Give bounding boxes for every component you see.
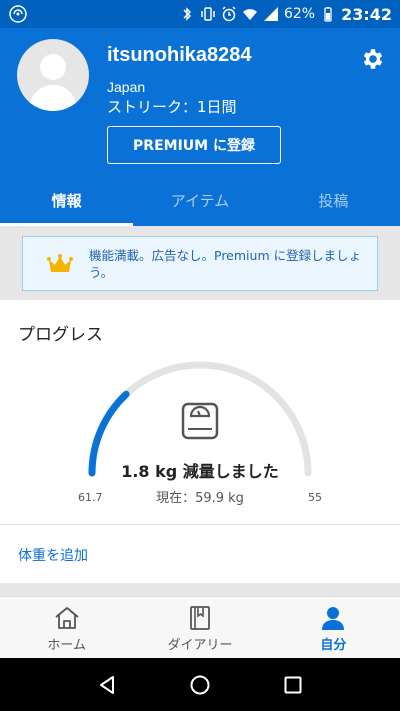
nav-diary-label: ダイアリー [167, 638, 233, 653]
home-button-icon[interactable] [189, 674, 211, 696]
progress-gauge [88, 361, 312, 477]
progress-card: プログレス 1.8 kg 減量しました 現在：59.9 kg 61.7 55 体… [0, 300, 400, 583]
tab-items[interactable]: アイテム [133, 174, 266, 226]
profile-tabs: 情報 アイテム 投稿 [0, 174, 400, 226]
wifi-icon [242, 9, 257, 20]
streak: ストリーク：1日間 [107, 98, 237, 116]
nav-home-label: ホーム [47, 638, 86, 653]
system-nav-bar [0, 658, 400, 711]
alarm-icon [222, 6, 236, 22]
divider [0, 524, 400, 525]
premium-button[interactable]: PREMIUM に登録 [107, 126, 281, 164]
recents-icon[interactable] [282, 674, 304, 696]
tab-posts[interactable]: 投稿 [267, 174, 400, 226]
gear-icon[interactable] [360, 46, 386, 72]
clock: 23:42 [341, 4, 392, 24]
bluetooth-icon [183, 7, 191, 21]
nav-home[interactable]: ホーム [0, 597, 133, 658]
battery-icon [324, 7, 332, 22]
vibrate-icon [201, 7, 215, 21]
person-icon [322, 607, 345, 630]
nav-diary[interactable]: ダイアリー [133, 597, 266, 658]
weight-loss-summary: 1.8 kg 減量しました [121, 462, 279, 481]
home-icon [55, 607, 79, 629]
crown-icon [47, 253, 73, 272]
current-weight: 現在：59.9 kg [156, 491, 244, 506]
nav-me[interactable]: 自分 [267, 597, 400, 658]
profile-header: itsunohika8284 Japan ストリーク：1日間 PREMIUM に… [0, 28, 400, 226]
username: itsunohika8284 [107, 44, 252, 66]
goal-weight-label: 55 [308, 491, 322, 504]
promo-text: 機能満載。広告なし。Premium に登録しましょう。 [89, 247, 362, 280]
notification-icon [8, 4, 28, 24]
status-bar: 62% 23:42 [0, 0, 400, 28]
add-weight-link[interactable]: 体重を追加 [18, 545, 88, 565]
premium-promo-banner[interactable]: 機能満載。広告なし。Premium に登録しましょう。 [22, 236, 378, 291]
avatar[interactable] [17, 39, 89, 111]
signal-icon [263, 7, 278, 21]
book-icon [190, 606, 210, 630]
country: Japan [107, 79, 146, 95]
back-icon[interactable] [96, 674, 118, 696]
scale-icon [181, 402, 219, 440]
nav-me-label: 自分 [320, 638, 347, 653]
tab-info[interactable]: 情報 [0, 174, 134, 226]
start-weight-label: 61.7 [78, 491, 103, 504]
battery-percent: 62% [283, 6, 316, 22]
bottom-nav: ホーム ダイアリー 自分 [0, 596, 400, 658]
